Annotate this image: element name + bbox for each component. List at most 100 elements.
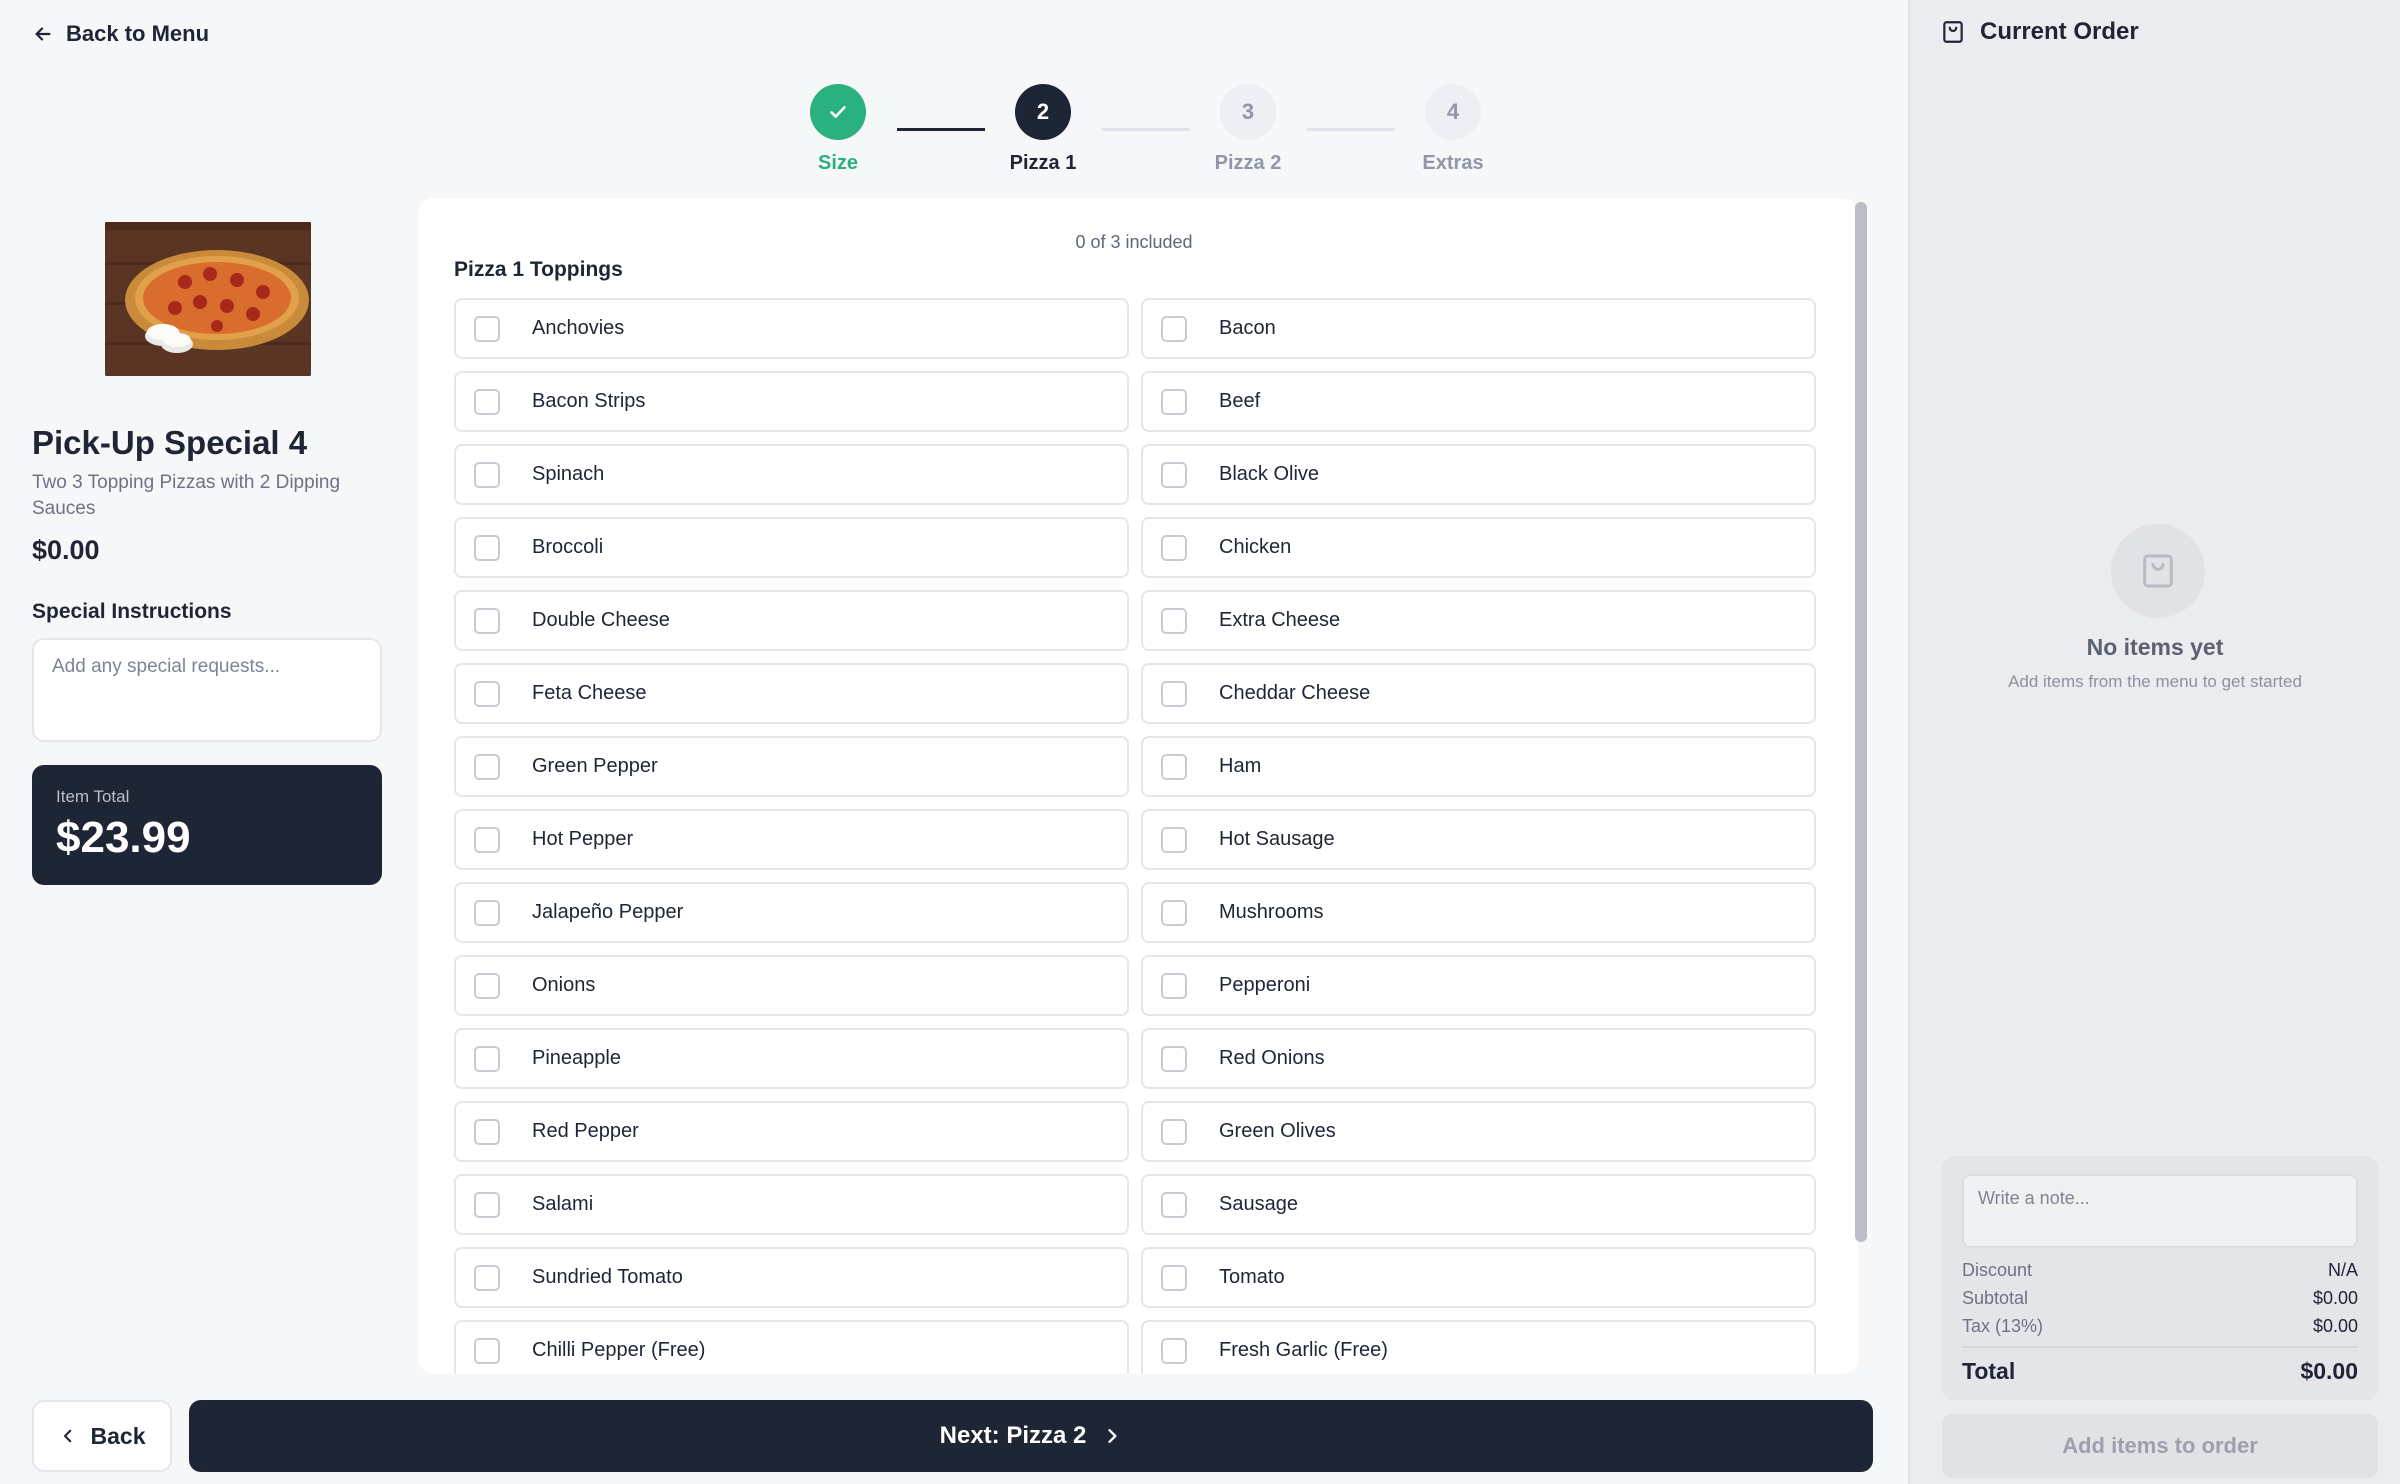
topping-checkbox[interactable] <box>1161 1337 1187 1364</box>
topping-option[interactable]: Pineapple <box>454 1028 1129 1089</box>
topping-label: Beef <box>1219 390 1261 412</box>
topping-checkbox[interactable] <box>474 534 500 561</box>
topping-option[interactable]: Ham <box>1141 736 1816 797</box>
topping-checkbox[interactable] <box>1161 972 1187 999</box>
item-total-label: Item Total <box>56 787 130 806</box>
total-row: Total $0.00 <box>1962 1358 2358 1385</box>
topping-label: Anchovies <box>532 317 625 339</box>
topping-checkbox[interactable] <box>474 826 500 853</box>
toppings-panel: 0 of 3 included Pizza 1 Toppings Anchovi… <box>418 198 1858 1374</box>
topping-option[interactable]: Jalapeño Pepper <box>454 882 1129 943</box>
topping-label: Feta Cheese <box>532 682 647 704</box>
topping-option[interactable]: Red Pepper <box>454 1101 1129 1162</box>
topping-option[interactable]: Tomato <box>1141 1247 1816 1308</box>
topping-option[interactable]: Black Olive <box>1141 444 1816 505</box>
topping-option[interactable]: Broccoli <box>454 517 1129 578</box>
sidebar-header: Current Order <box>1940 18 2139 46</box>
topping-checkbox[interactable] <box>474 607 500 634</box>
back-to-menu-link[interactable]: Back to Menu <box>32 16 209 52</box>
pizza-photo-icon <box>105 222 311 376</box>
topping-checkbox[interactable] <box>1161 1264 1187 1291</box>
topping-checkbox[interactable] <box>474 753 500 780</box>
topping-option[interactable]: Green Pepper <box>454 736 1129 797</box>
topping-checkbox[interactable] <box>474 1118 500 1145</box>
add-items-to-order-button[interactable]: Add items to order <box>1942 1414 2378 1478</box>
step-pizza-1[interactable]: 2 Pizza 1 <box>983 84 1103 175</box>
topping-checkbox[interactable] <box>1161 680 1187 707</box>
topping-checkbox[interactable] <box>1161 1191 1187 1218</box>
topping-label: Red Pepper <box>532 1120 639 1142</box>
empty-state-title: No items yet <box>2086 634 2224 660</box>
topping-checkbox[interactable] <box>474 680 500 707</box>
topping-checkbox[interactable] <box>474 461 500 488</box>
toppings-title: Pizza 1 Toppings <box>454 258 623 281</box>
topping-option[interactable]: Hot Sausage <box>1141 809 1816 870</box>
topping-checkbox[interactable] <box>1161 534 1187 561</box>
item-total-value: $23.99 <box>56 813 191 862</box>
topping-option[interactable]: Fresh Garlic (Free) <box>1141 1320 1816 1374</box>
topping-checkbox[interactable] <box>1161 1045 1187 1072</box>
topping-label: Fresh Garlic (Free) <box>1219 1339 1388 1361</box>
topping-checkbox[interactable] <box>474 899 500 926</box>
order-note-input[interactable] <box>1962 1174 2358 1248</box>
topping-checkbox[interactable] <box>1161 315 1187 342</box>
topping-option[interactable]: Double Cheese <box>454 590 1129 651</box>
step-label: Pizza 1 <box>1009 152 1077 174</box>
topping-option[interactable]: Salami <box>454 1174 1129 1235</box>
topping-option[interactable]: Red Onions <box>1141 1028 1816 1089</box>
topping-checkbox[interactable] <box>474 972 500 999</box>
topping-option[interactable]: Chilli Pepper (Free) <box>454 1320 1129 1374</box>
topping-option[interactable]: Sausage <box>1141 1174 1816 1235</box>
topping-checkbox[interactable] <box>1161 607 1187 634</box>
included-count: 0 of 3 included <box>1075 232 1193 252</box>
topping-checkbox[interactable] <box>1161 1118 1187 1145</box>
step-connector <box>1307 128 1395 131</box>
tax-value: $0.00 <box>2312 1316 2358 1336</box>
topping-option[interactable]: Spinach <box>454 444 1129 505</box>
topping-option[interactable]: Green Olives <box>1141 1101 1816 1162</box>
topping-option[interactable]: Chicken <box>1141 517 1816 578</box>
topping-label: Sausage <box>1219 1193 1298 1215</box>
step-size[interactable]: Size <box>778 84 898 175</box>
step-pizza-2[interactable]: 3 Pizza 2 <box>1188 84 1308 175</box>
toppings-scrollbar[interactable] <box>1855 202 1867 1242</box>
topping-checkbox[interactable] <box>474 1337 500 1364</box>
topping-option[interactable]: Sundried Tomato <box>454 1247 1129 1308</box>
topping-label: Chilli Pepper (Free) <box>532 1339 706 1361</box>
topping-checkbox[interactable] <box>474 388 500 415</box>
total-label: Total <box>1962 1358 2016 1384</box>
topping-label: Ham <box>1219 755 1262 777</box>
topping-option[interactable]: Bacon <box>1141 298 1816 359</box>
topping-option[interactable]: Cheddar Cheese <box>1141 663 1816 724</box>
shopping-bag-icon <box>2143 554 2173 588</box>
topping-label: Black Olive <box>1219 463 1320 485</box>
topping-checkbox[interactable] <box>1161 388 1187 415</box>
topping-checkbox[interactable] <box>1161 899 1187 926</box>
topping-option[interactable]: Extra Cheese <box>1141 590 1816 651</box>
topping-option[interactable]: Pepperoni <box>1141 955 1816 1016</box>
topping-label: Bacon <box>1219 317 1276 339</box>
next-button[interactable]: Next: Pizza 2 <box>189 1400 1873 1472</box>
topping-option[interactable]: Bacon Strips <box>454 371 1129 432</box>
topping-checkbox[interactable] <box>1161 461 1187 488</box>
topping-option[interactable]: Beef <box>1141 371 1816 432</box>
back-button[interactable]: Back <box>32 1400 172 1472</box>
product-image <box>105 222 311 376</box>
topping-option[interactable]: Anchovies <box>454 298 1129 359</box>
topping-checkbox[interactable] <box>474 1045 500 1072</box>
topping-checkbox[interactable] <box>474 1264 500 1291</box>
topping-checkbox[interactable] <box>474 315 500 342</box>
topping-checkbox[interactable] <box>1161 753 1187 780</box>
topping-label: Red Onions <box>1219 1047 1325 1069</box>
special-instructions-input[interactable] <box>32 638 382 742</box>
topping-checkbox[interactable] <box>1161 826 1187 853</box>
step-number: 3 <box>1220 84 1276 140</box>
topping-option[interactable]: Mushrooms <box>1141 882 1816 943</box>
topping-option[interactable]: Feta Cheese <box>454 663 1129 724</box>
topping-option[interactable]: Hot Pepper <box>454 809 1129 870</box>
subtotal-label: Subtotal <box>1962 1288 2029 1308</box>
topping-option[interactable]: Onions <box>454 955 1129 1016</box>
toppings-grid: Anchovies Bacon Bacon Strips Beef Spinac… <box>454 298 1816 1374</box>
topping-checkbox[interactable] <box>474 1191 500 1218</box>
step-extras[interactable]: 4 Extras <box>1393 84 1513 175</box>
